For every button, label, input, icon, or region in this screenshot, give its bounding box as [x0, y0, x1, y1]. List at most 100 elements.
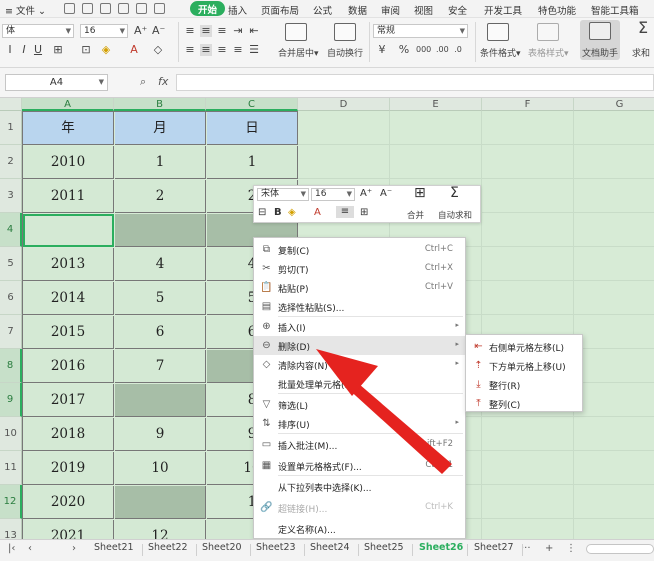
context-menu-item[interactable]: 🔗 超链接(H)... Ctrl+K [254, 498, 465, 517]
submenu-item[interactable]: ⤒ 整列(C) [466, 394, 582, 413]
table-cell[interactable]: 2 [115, 180, 206, 213]
export-icon[interactable] [82, 3, 93, 14]
font-grow-icon[interactable]: A⁺ [134, 25, 147, 37]
row-header[interactable]: 3 [0, 179, 22, 213]
clear-format-icon[interactable]: ◇ [152, 44, 164, 56]
merge-center-button[interactable]: 合并居中▾ [278, 46, 319, 59]
decrease-decimal-icon[interactable]: .0 [452, 44, 464, 56]
context-menu-item[interactable]: 定义名称(A)... [254, 519, 465, 538]
tab-review[interactable]: 审阅 [381, 3, 400, 17]
row-header[interactable]: 9 [0, 383, 22, 417]
sheet-tab[interactable]: Sheet24 [310, 542, 350, 553]
number-format-select[interactable]: 常规 ▼ [373, 24, 468, 38]
first-sheet-icon[interactable]: |‹ [8, 543, 15, 554]
table-cell[interactable]: 6 [115, 316, 206, 349]
submenu-item[interactable]: ⇡ 下方单元格上移(U) [466, 356, 582, 375]
row-header[interactable]: 11 [0, 451, 22, 485]
strikethrough-icon[interactable]: I [4, 44, 16, 56]
align-middle-icon[interactable]: ≡ [200, 25, 212, 37]
context-menu-item[interactable]: ✂ 剪切(T) Ctrl+X [254, 259, 465, 278]
align-center-icon[interactable]: ≡ [336, 206, 354, 218]
table-cell[interactable]: 1 [115, 146, 206, 179]
bold-button[interactable]: B [274, 207, 282, 219]
sheet-tab[interactable]: Sheet26 [419, 542, 463, 553]
sheet-tab[interactable]: Sheet23 [256, 542, 296, 553]
table-cell[interactable]: 1 [207, 146, 298, 179]
format-painter-icon[interactable]: ⊟ [258, 207, 266, 219]
row-header[interactable]: 7 [0, 315, 22, 349]
table-cell[interactable]: 10 [115, 452, 206, 485]
column-header[interactable]: D [298, 98, 390, 111]
name-box[interactable]: A4 ▼ [5, 74, 108, 91]
context-menu-item[interactable]: ⧉ 复制(C) Ctrl+C [254, 240, 465, 259]
table-cell[interactable]: 2013 [23, 248, 114, 281]
submenu-item[interactable]: ⤓ 整行(R) [466, 375, 582, 394]
tab-view[interactable]: 视图 [414, 3, 433, 17]
table-cell[interactable] [115, 214, 206, 247]
context-menu-item[interactable]: ⊖ 删除(D) ▸ [254, 336, 465, 355]
merge-icon[interactable]: ⊞ [414, 186, 426, 200]
horizontal-scrollbar[interactable] [586, 544, 654, 554]
sheet-tab[interactable]: Sheet25 [364, 542, 404, 553]
table-cell[interactable]: 12 [115, 520, 206, 539]
table-header-cell[interactable]: 年 [23, 112, 114, 145]
context-menu-item[interactable]: 📋 粘贴(P) Ctrl+V [254, 278, 465, 297]
table-cell[interactable]: 9 [115, 418, 206, 451]
doc-helper-button[interactable]: 文档助手 [580, 20, 620, 60]
row-header[interactable]: 12 [0, 485, 22, 519]
mini-font-size-select[interactable]: 16 ▼ [311, 188, 355, 201]
select-all-corner[interactable] [0, 98, 22, 111]
column-header[interactable]: G [574, 98, 654, 111]
indent-icon[interactable]: ⇥ [232, 25, 244, 37]
merge-center-icon[interactable] [285, 23, 307, 41]
add-sheet-button[interactable]: + [545, 543, 553, 554]
sheet-tab[interactable]: Sheet22 [148, 542, 188, 553]
prev-sheet-icon[interactable]: ‹ [28, 543, 32, 554]
sum-button[interactable]: 求和 [632, 46, 650, 59]
column-header[interactable]: E [390, 98, 482, 111]
sum-icon[interactable]: Σ [634, 20, 652, 36]
table-cell[interactable]: 7 [115, 350, 206, 383]
font-shrink-icon[interactable]: A⁻ [152, 25, 165, 37]
thousands-icon[interactable]: 000 [416, 44, 431, 56]
table-cell[interactable]: 2014 [23, 282, 114, 315]
context-menu-item[interactable]: 从下拉列表中选择(K)... [254, 477, 465, 496]
increase-decimal-icon[interactable]: .00 [436, 44, 449, 56]
context-menu-item[interactable]: ◇ 清除内容(N) ▸ [254, 355, 465, 374]
mini-autosum-button[interactable]: 自动求和 [438, 209, 472, 221]
font-color-icon[interactable]: A [314, 207, 321, 219]
wrap-text-button[interactable]: 自动换行 [327, 46, 363, 59]
align-left-icon[interactable]: ≡ [184, 44, 196, 56]
merge-icon[interactable]: ⊡ [80, 44, 92, 56]
table-cell[interactable]: 2020 [23, 486, 114, 519]
mini-font-name-select[interactable]: 宋体 ▼ [257, 188, 309, 201]
row-header[interactable]: 5 [0, 247, 22, 281]
row-header[interactable]: 4 [0, 213, 22, 247]
context-menu-item[interactable]: ▦ 设置单元格格式(F)... Ctrl+1 [254, 456, 465, 475]
align-right-icon[interactable]: ≡ [216, 44, 228, 56]
fx-icon[interactable]: fx [158, 75, 168, 88]
table-cell[interactable]: 2011 [23, 180, 114, 213]
table-cell[interactable]: 2010 [23, 146, 114, 179]
percent-icon[interactable]: % [398, 44, 410, 56]
row-header[interactable]: 2 [0, 145, 22, 179]
table-cell[interactable] [115, 384, 206, 417]
tab-features[interactable]: 特色功能 [538, 3, 576, 17]
font-grow-icon[interactable]: A⁺ [360, 188, 372, 200]
table-cell[interactable]: 2015 [23, 316, 114, 349]
font-size-select[interactable]: 16 ▼ [80, 24, 128, 38]
table-style-icon[interactable] [537, 23, 559, 41]
context-menu-item[interactable]: 批量处理单元格(P) [254, 374, 465, 393]
tab-smart-tools[interactable]: 智能工具箱 [591, 3, 639, 17]
underline-icon[interactable]: U [32, 44, 44, 56]
border-icon[interactable]: ⊞ [52, 44, 64, 56]
column-header[interactable]: F [482, 98, 574, 111]
row-header[interactable]: 10 [0, 417, 22, 451]
row-header[interactable]: 8 [0, 349, 22, 383]
conditional-format-button[interactable]: 条件格式▾ [480, 46, 521, 59]
submenu-item[interactable]: ⇤ 右侧单元格左移(L) [466, 337, 582, 356]
context-menu-item[interactable]: ⊕ 插入(I) ▸ [254, 317, 465, 336]
font-color-icon[interactable]: A [128, 44, 140, 56]
print-icon[interactable] [100, 3, 111, 14]
table-cell[interactable]: 2019 [23, 452, 114, 485]
